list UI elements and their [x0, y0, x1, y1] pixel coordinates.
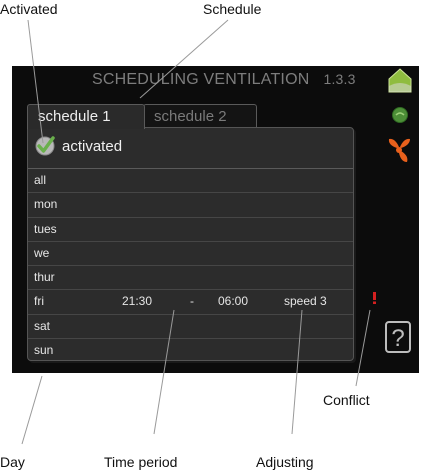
house-icon	[388, 68, 412, 93]
schedule-panel: activated all mon tues we thur fri 21:30…	[27, 127, 354, 361]
day-name: we	[34, 245, 50, 260]
day-name: sat	[34, 318, 51, 333]
leader-day	[21, 375, 43, 445]
schedule-row-thur[interactable]: thur	[28, 265, 353, 289]
callout-day: Day	[0, 454, 25, 470]
time-start: 21:30	[122, 294, 153, 309]
schedule-row-all[interactable]: all	[28, 168, 353, 192]
callout-adjusting: Adjusting	[256, 454, 314, 470]
day-name: thur	[34, 270, 55, 285]
day-name: fri	[34, 294, 44, 309]
conflict-icon	[373, 292, 376, 304]
schedule-row-we[interactable]: we	[28, 240, 353, 265]
schedule-row-sat[interactable]: sat	[28, 313, 353, 338]
page-title-text: SCHEDULING VENTILATION	[92, 71, 310, 88]
status-dot-icon	[392, 107, 408, 123]
tab-schedule-1[interactable]: schedule 1	[27, 104, 145, 129]
ventilation-display-screen: SCHEDULING VENTILATION 1.3.3 schedule 1 s…	[12, 66, 419, 373]
page-title: SCHEDULING VENTILATION 1.3.3	[92, 68, 382, 90]
time-separator: -	[190, 294, 194, 309]
time-end: 06:00	[218, 294, 249, 309]
callout-time-period: Time period	[104, 454, 178, 470]
day-name: sun	[34, 343, 54, 358]
schedule-row-sun[interactable]: sun	[28, 338, 353, 362]
fan-icon	[388, 138, 410, 162]
schedule-row-fri[interactable]: fri 21:30 - 06:00 speed 3	[28, 289, 353, 313]
adjusting-value: speed 3	[284, 294, 327, 309]
menu-number: 1.3.3	[323, 71, 356, 87]
activated-checkbox[interactable]: activated	[34, 134, 122, 158]
checkmark-icon	[35, 136, 55, 156]
day-name: tues	[34, 221, 57, 236]
callout-schedule: Schedule	[203, 1, 262, 17]
tab-schedule-2[interactable]: schedule 2	[143, 104, 257, 129]
day-name: mon	[34, 197, 58, 212]
callout-conflict: Conflict	[323, 392, 370, 408]
schedule-row-mon[interactable]: mon	[28, 192, 353, 216]
activated-label: activated	[62, 137, 123, 155]
callout-activated: Activated	[0, 1, 58, 17]
day-name: all	[34, 173, 47, 187]
schedule-day-list: all mon tues we thur fri 21:30 - 06:00 s…	[28, 168, 353, 362]
help-button[interactable]: ?	[385, 321, 411, 353]
schedule-row-tues[interactable]: tues	[28, 216, 353, 241]
